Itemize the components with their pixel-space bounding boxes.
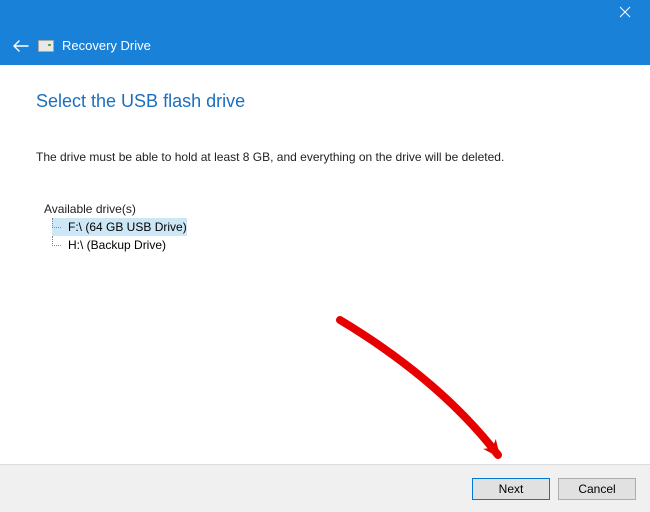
next-button[interactable]: Next [472, 478, 550, 500]
back-button[interactable] [12, 39, 30, 53]
titlebar: Recovery Drive [0, 0, 650, 65]
annotation-arrow-icon [320, 310, 540, 470]
drive-option-h[interactable]: H:\ (Backup Drive) [52, 236, 166, 254]
window-title: Recovery Drive [62, 38, 151, 53]
drive-option-label: F:\ (64 GB USB Drive) [68, 220, 187, 234]
cancel-button[interactable]: Cancel [558, 478, 636, 500]
back-arrow-icon [12, 39, 30, 53]
drive-icon [38, 40, 54, 52]
available-drives-label: Available drive(s) [44, 202, 614, 216]
close-button[interactable] [610, 4, 640, 24]
content-area: Select the USB flash drive The drive mus… [0, 65, 650, 254]
instruction-text: The drive must be able to hold at least … [36, 150, 614, 164]
drive-option-label: H:\ (Backup Drive) [68, 238, 166, 252]
drive-option-f[interactable]: F:\ (64 GB USB Drive) [52, 218, 187, 236]
page-heading: Select the USB flash drive [36, 91, 614, 112]
footer-bar: Next Cancel [0, 464, 650, 512]
close-icon [619, 6, 631, 18]
drive-tree: F:\ (64 GB USB Drive) H:\ (Backup Drive) [52, 218, 614, 254]
